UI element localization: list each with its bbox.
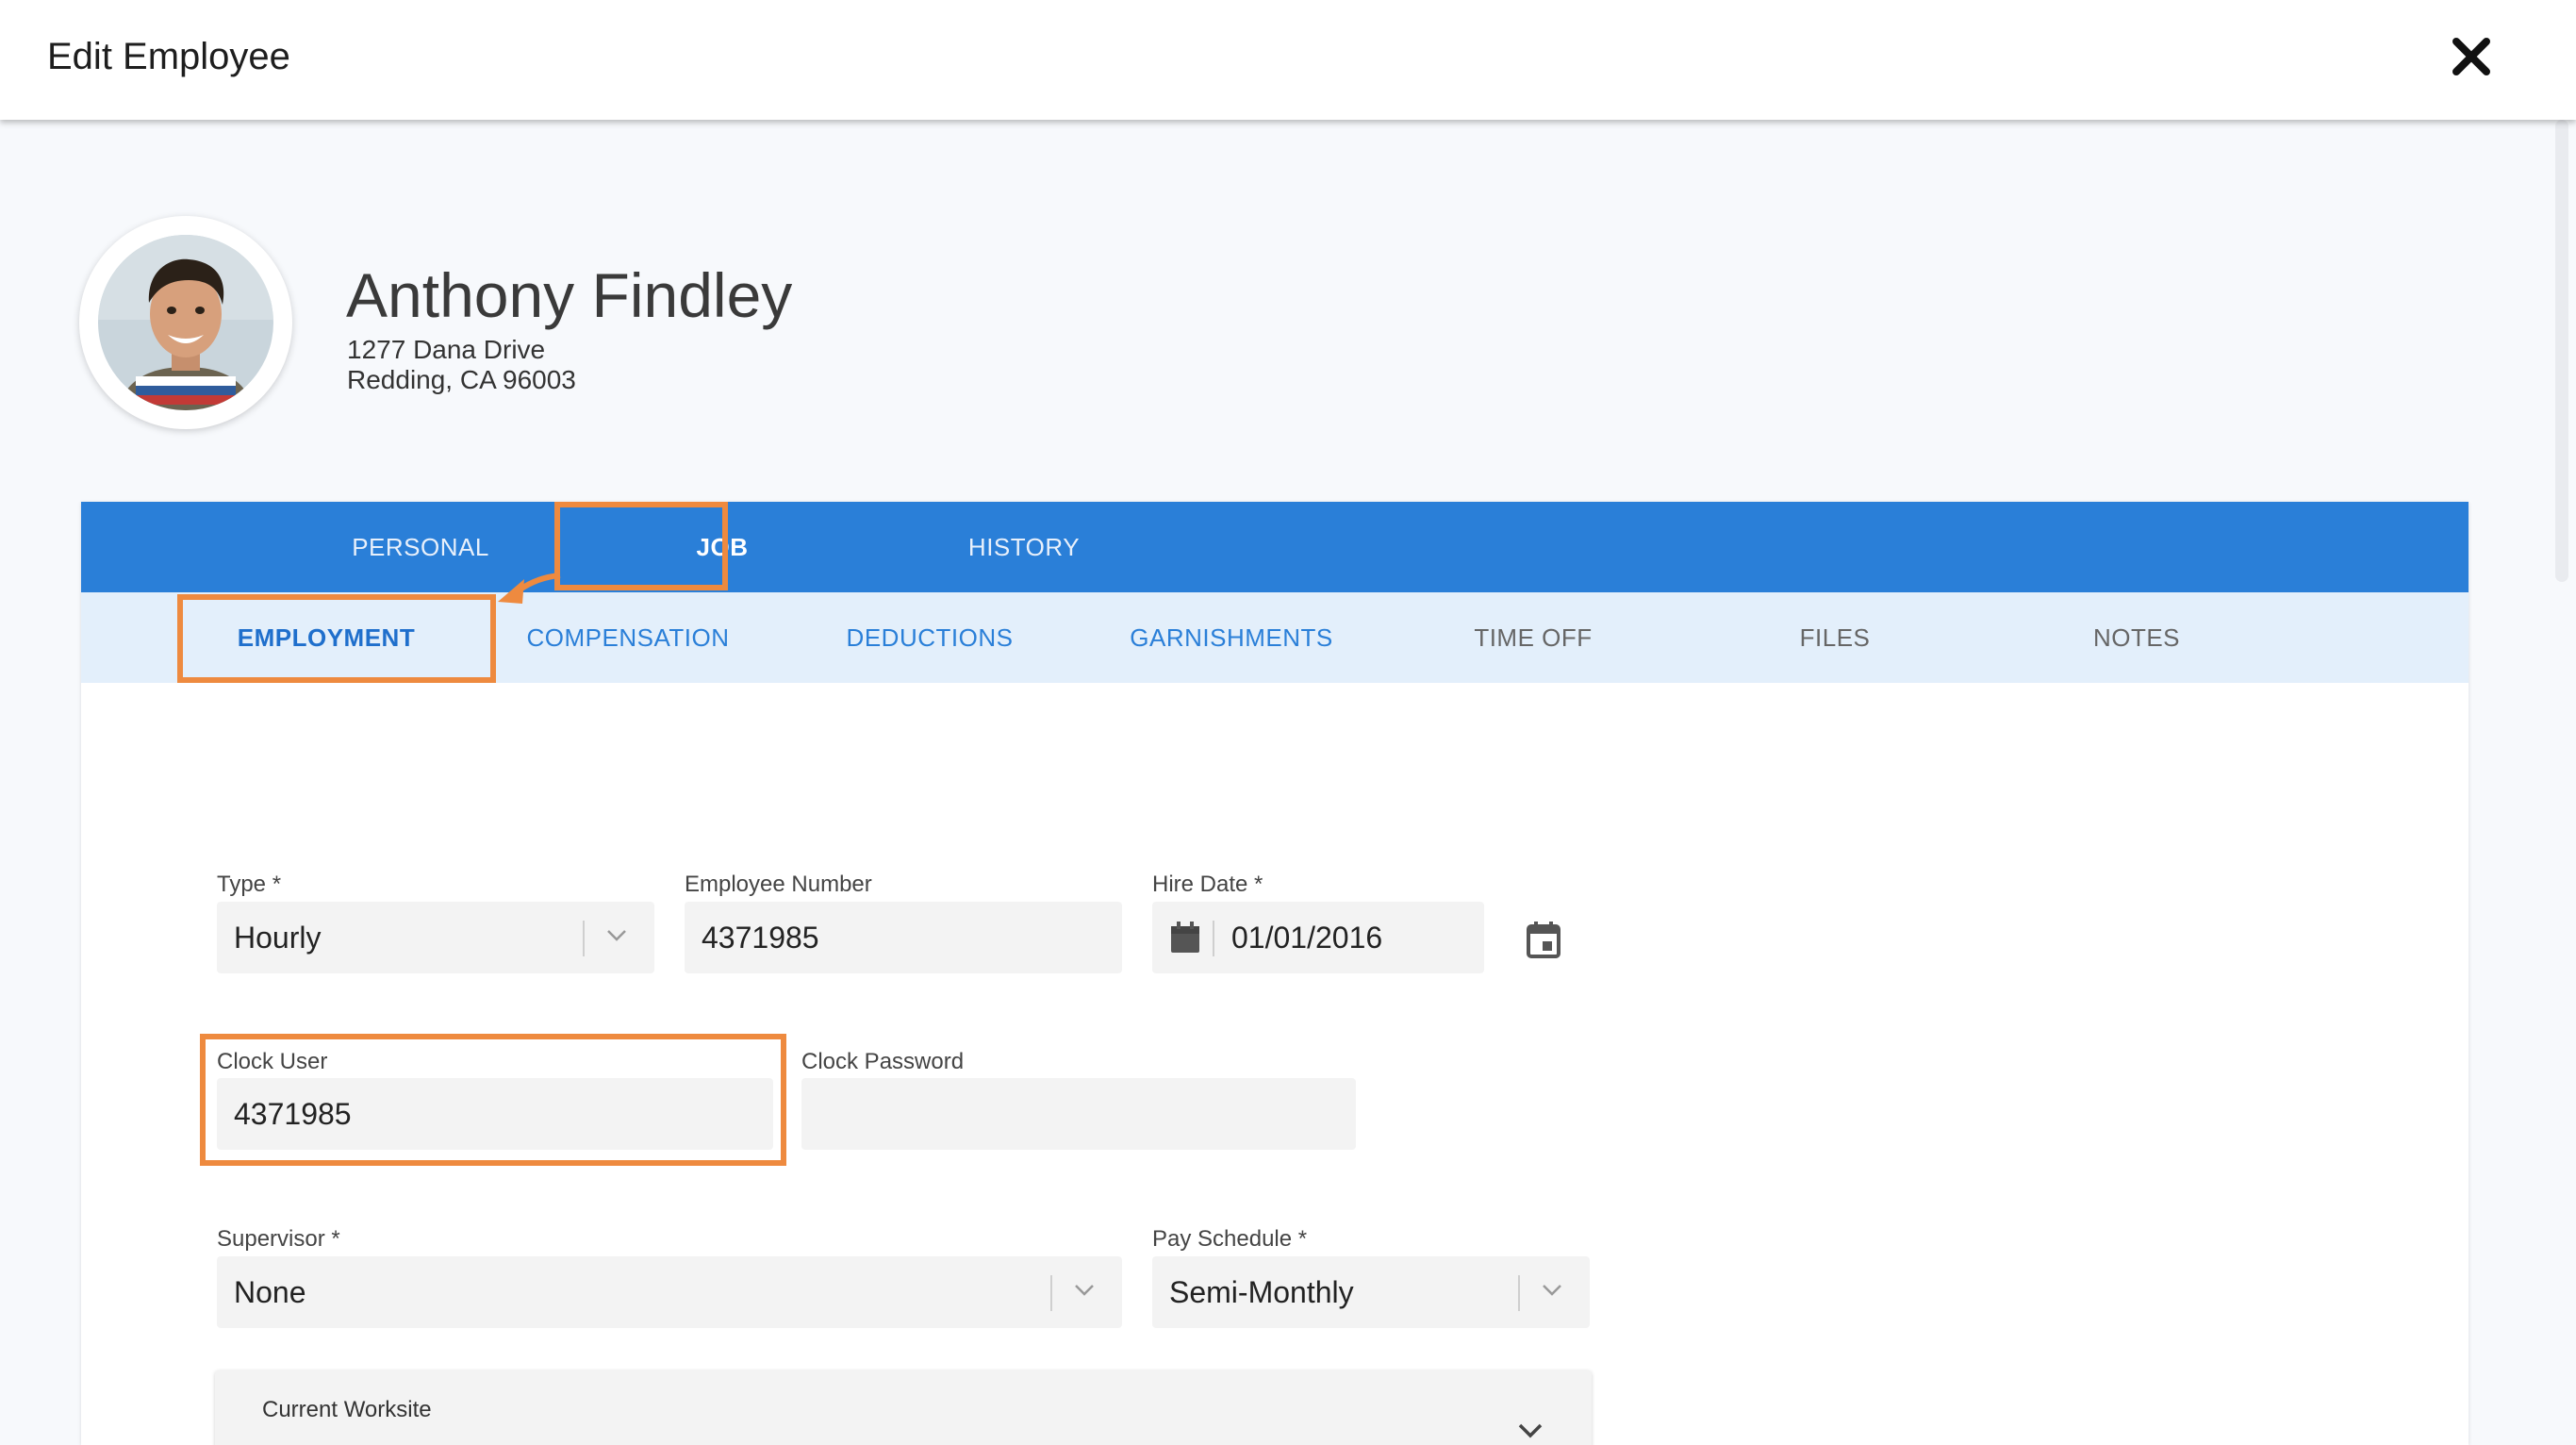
hire-date-label: Hire Date * [1152,872,1263,897]
current-worksite-label: Current Worksite [262,1397,432,1422]
job-tab-highlight [554,502,728,590]
dialog-title: Edit Employee [47,36,290,77]
chevron-down-icon[interactable] [1516,1421,1544,1440]
avatar [79,216,292,429]
employee-address: 1277 Dana Drive Redding, CA 96003 [347,335,576,395]
pay-schedule-label: Pay Schedule * [1152,1226,1308,1252]
chevron-down-icon [1075,1285,1094,1296]
tab-files[interactable]: FILES [1693,592,1976,683]
dialog-header: Edit Employee [0,0,2576,120]
type-value: Hourly [234,921,322,955]
tab-deductions[interactable]: DEDUCTIONS [788,592,1071,683]
chevron-down-icon [1543,1285,1561,1296]
type-select[interactable]: Hourly [217,902,654,973]
clock-password-label: Clock Password [801,1049,965,1074]
calendar-icon [1171,922,1199,953]
employment-tab-highlight [177,594,496,683]
chevron-down-icon [607,930,626,941]
clock-user-highlight [200,1034,786,1166]
scrollbar[interactable] [2555,120,2568,582]
tab-garnishments[interactable]: GARNISHMENTS [1090,592,1373,683]
supervisor-label: Supervisor * [217,1226,340,1252]
clock-password-input[interactable] [801,1078,1356,1150]
supervisor-select[interactable]: None [217,1256,1122,1328]
tab-time-off[interactable]: TIME OFF [1392,592,1675,683]
employee-number-label: Employee Number [685,872,872,897]
close-icon[interactable] [2449,34,2494,79]
supervisor-value: None [234,1275,306,1309]
address-line-1: 1277 Dana Drive [347,335,546,364]
employee-name: Anthony Findley [346,260,793,330]
type-label: Type * [217,872,282,897]
pay-schedule-select[interactable]: Semi-Monthly [1152,1256,1590,1328]
arrow-icon [498,573,561,604]
tab-history[interactable]: HISTORY [864,502,1184,592]
tab-notes[interactable]: NOTES [1995,592,2278,683]
employee-number-input[interactable]: 4371985 [685,902,1122,973]
address-line-2: Redding, CA 96003 [347,365,576,394]
calendar-picker-icon[interactable] [1526,921,1561,958]
hire-date-value: 01/01/2016 [1231,921,1383,955]
current-worksite-panel[interactable]: Current Worksite [215,1370,1592,1445]
main-tabs: PERSONAL JOB HISTORY [81,502,2469,592]
hire-date-input[interactable]: 01/01/2016 [1152,902,1484,973]
avatar-photo [98,235,273,410]
pay-schedule-value: Semi-Monthly [1169,1275,1354,1309]
